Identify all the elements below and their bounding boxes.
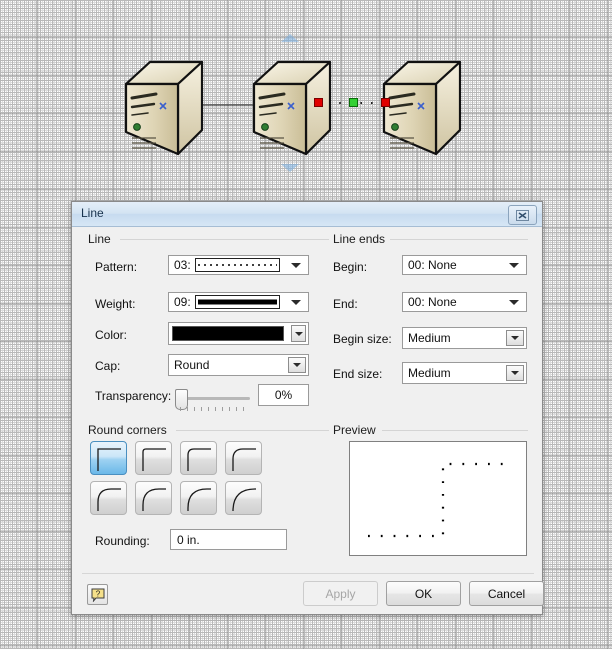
- server-2[interactable]: [250, 58, 334, 158]
- end-size-combo[interactable]: Medium: [402, 362, 527, 384]
- cap-value: Round: [174, 358, 210, 372]
- cap-label: Cap:: [95, 359, 121, 373]
- end-chevron-down-icon: [509, 300, 519, 305]
- end-size-value: Medium: [408, 366, 451, 380]
- alignment-marker-top-icon: [281, 34, 299, 42]
- connector-end-handle[interactable]: [381, 98, 390, 107]
- corner-option-2[interactable]: [135, 441, 172, 475]
- preview-box: [349, 441, 527, 556]
- weight-chevron-down-icon: [291, 300, 301, 305]
- begin-value: 00: None: [408, 258, 457, 272]
- cap-combo[interactable]: Round: [168, 354, 309, 376]
- corner-option-4[interactable]: [225, 441, 262, 475]
- corner-shape-icon: [187, 488, 211, 511]
- help-icon: ?: [91, 588, 104, 602]
- svg-text:?: ?: [95, 589, 100, 598]
- end-size-label: End size:: [333, 367, 383, 381]
- end-size-dropdown-button[interactable]: [506, 365, 524, 381]
- end-combo[interactable]: 00: None: [402, 292, 527, 312]
- begin-chevron-down-icon: [509, 263, 519, 268]
- begin-size-combo[interactable]: Medium: [402, 327, 527, 349]
- corner-shape-icon: [142, 448, 166, 471]
- line-group-title: Line: [84, 232, 115, 246]
- cancel-button[interactable]: Cancel: [469, 581, 544, 606]
- line-dialog: Line Line Pattern: 03: Weight: 09: Color…: [71, 201, 544, 615]
- corner-shape-icon: [97, 448, 121, 471]
- corner-option-5[interactable]: [90, 481, 127, 515]
- weight-sample-line-icon: [197, 299, 277, 305]
- ok-label: OK: [414, 586, 433, 601]
- transparency-slider-track[interactable]: [178, 397, 250, 400]
- color-dropdown-button[interactable]: [291, 325, 306, 342]
- rounding-label: Rounding:: [95, 534, 150, 548]
- begin-label: Begin:: [333, 260, 368, 274]
- corner-option-3[interactable]: [180, 441, 217, 475]
- begin-size-value: Medium: [408, 331, 451, 345]
- preview-group-title: Preview: [329, 423, 380, 437]
- transparency-value: 0%: [274, 388, 293, 402]
- color-swatch: [172, 326, 284, 341]
- pattern-label: Pattern:: [95, 260, 138, 274]
- weight-sample: [194, 295, 280, 309]
- transparency-value-box[interactable]: 0%: [258, 384, 309, 406]
- color-combo[interactable]: [168, 322, 309, 345]
- cancel-label: Cancel: [487, 586, 526, 601]
- begin-combo[interactable]: 00: None: [402, 255, 527, 275]
- weight-label: Weight:: [95, 297, 136, 311]
- alignment-marker-bottom-icon: [281, 164, 299, 172]
- preview-group-rule: [382, 430, 528, 431]
- end-value: 00: None: [408, 295, 457, 309]
- transparency-slider-ticks: [180, 407, 248, 411]
- preview-line: [368, 462, 511, 538]
- connector-midpoint-handle[interactable]: [349, 98, 358, 107]
- round-corners-group-title: Round corners: [84, 423, 171, 437]
- corner-option-6[interactable]: [135, 481, 172, 515]
- rounding-value: 0 in.: [177, 532, 200, 547]
- pattern-sample-line-icon: [197, 264, 277, 266]
- dialog-title: Line: [81, 206, 104, 220]
- footer-separator: [82, 573, 534, 574]
- rounding-input[interactable]: 0 in.: [170, 529, 287, 550]
- apply-button[interactable]: Apply: [303, 581, 378, 606]
- begin-size-label: Begin size:: [333, 332, 392, 346]
- end-label: End:: [333, 297, 358, 311]
- cap-chevron-down-icon: [293, 363, 301, 367]
- color-label: Color:: [95, 328, 128, 342]
- corner-option-7[interactable]: [180, 481, 217, 515]
- weight-combo[interactable]: 09:: [168, 292, 309, 312]
- connector-begin-handle[interactable]: [314, 98, 323, 107]
- pattern-chevron-down-icon: [291, 263, 301, 268]
- server-3[interactable]: [380, 58, 464, 158]
- begin-size-chevron-down-icon: [511, 336, 519, 340]
- close-icon: [516, 209, 529, 221]
- corner-shape-icon: [232, 448, 256, 471]
- dialog-titlebar: Line: [72, 202, 542, 227]
- corner-option-8[interactable]: [225, 481, 262, 515]
- end-size-chevron-down-icon: [511, 371, 519, 375]
- help-button[interactable]: ?: [87, 584, 108, 605]
- pattern-combo[interactable]: 03:: [168, 255, 309, 275]
- weight-value: 09:: [174, 295, 191, 309]
- corner-option-1[interactable]: [90, 441, 127, 475]
- line-ends-group-rule: [390, 239, 528, 240]
- color-chevron-down-icon: [294, 331, 303, 336]
- begin-size-dropdown-button[interactable]: [506, 330, 524, 346]
- close-button[interactable]: [508, 205, 537, 225]
- cap-dropdown-button[interactable]: [288, 357, 306, 373]
- apply-label: Apply: [325, 586, 356, 601]
- corner-shape-icon: [142, 488, 166, 511]
- transparency-label: Transparency:: [95, 389, 172, 403]
- pattern-value: 03:: [174, 258, 191, 272]
- pattern-sample: [194, 258, 280, 272]
- server-1[interactable]: [122, 58, 206, 158]
- corner-shape-icon: [187, 448, 211, 471]
- corner-shape-icon: [232, 488, 256, 512]
- ok-button[interactable]: OK: [386, 581, 461, 606]
- line-ends-group-title: Line ends: [329, 232, 390, 246]
- corner-shape-icon: [97, 488, 121, 511]
